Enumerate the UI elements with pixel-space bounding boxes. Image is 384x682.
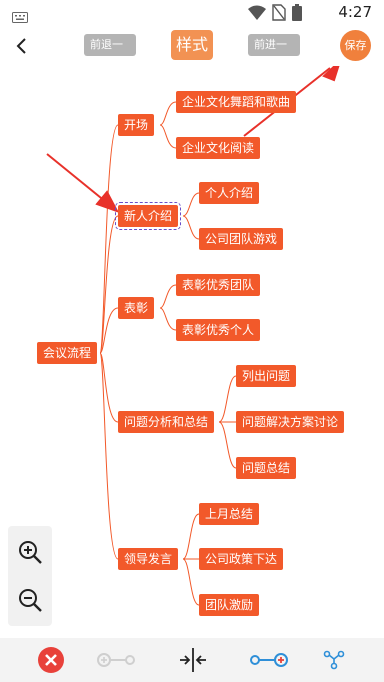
collapse-icon — [180, 648, 206, 672]
delete-icon — [38, 647, 64, 673]
annotation-arrowhead-2 — [322, 66, 340, 82]
annotation-arrow-1 — [46, 153, 107, 203]
branch-node-5[interactable]: 领导发言 — [118, 548, 179, 570]
redo-button[interactable]: 前进一步 — [248, 34, 300, 73]
connector-b4-c3 — [218, 421, 237, 469]
no-sim-icon — [272, 4, 286, 25]
leaf-node-4-2[interactable]: 问题解决方案讨论 — [236, 411, 345, 433]
leaf-node-1-1[interactable]: 企业文化舞蹈和歌曲 — [176, 91, 297, 113]
mindmap-canvas[interactable]: 会议流程 开场 企业文化舞蹈和歌曲 企业文化阅读 新人介绍 个人介绍 公司团队游… — [0, 66, 384, 638]
leaf-node-4-1[interactable]: 列出问题 — [236, 365, 297, 387]
undo-button[interactable]: 前退一步 — [84, 34, 136, 73]
branch-node-1[interactable]: 开场 — [118, 114, 155, 136]
branch-node-2[interactable]: 新人介绍 — [114, 202, 182, 230]
connector-b5-c1 — [182, 513, 200, 560]
zoom-in-icon — [19, 541, 42, 564]
zoom-panel — [8, 526, 52, 626]
branch-node-4[interactable]: 问题分析和总结 — [118, 411, 215, 433]
zoom-out-icon — [19, 589, 42, 612]
delete-button[interactable] — [37, 646, 65, 674]
leaf-node-5-3[interactable]: 团队激励 — [199, 594, 260, 616]
bottom-toolbar — [0, 638, 384, 682]
add-sibling-icon — [97, 653, 135, 667]
branch-node-3[interactable]: 表彰 — [118, 297, 155, 319]
connector-root-branch-5 — [99, 352, 119, 560]
add-sibling-button[interactable] — [96, 646, 138, 674]
connector-b5-c3 — [182, 558, 200, 606]
zoom-out-button[interactable] — [16, 586, 44, 614]
connector-b1-c1 — [159, 101, 177, 126]
top-toolbar: 前退一步 样式 前进一步 保存 — [0, 26, 384, 73]
connector-b3-c2 — [159, 307, 177, 331]
leaf-node-1-2[interactable]: 企业文化阅读 — [176, 137, 261, 159]
status-time: 4:27 — [338, 3, 372, 21]
leaf-node-4-3[interactable]: 问题总结 — [236, 457, 297, 479]
layout-icon — [323, 650, 345, 670]
leaf-node-5-1[interactable]: 上月总结 — [199, 503, 260, 525]
connector-root-branch-2 — [99, 215, 119, 354]
wifi-icon — [248, 5, 266, 25]
leaf-node-3-2[interactable]: 表彰优秀个人 — [176, 319, 261, 341]
leaf-node-2-1[interactable]: 个人介绍 — [199, 182, 260, 204]
back-button[interactable] — [8, 32, 34, 60]
collapse-button[interactable] — [178, 646, 208, 674]
root-node[interactable]: 会议流程 — [37, 342, 98, 364]
style-button[interactable]: 样式 — [171, 30, 213, 60]
add-child-icon — [250, 653, 288, 667]
leaf-node-2-2[interactable]: 公司团队游戏 — [199, 228, 284, 250]
layout-button[interactable] — [322, 646, 346, 674]
leaf-node-3-1[interactable]: 表彰优秀团队 — [176, 274, 261, 296]
battery-icon — [292, 4, 302, 25]
status-bar: 4:27 — [0, 0, 384, 26]
add-child-button[interactable] — [247, 646, 289, 674]
annotation-arrowhead-1 — [95, 190, 120, 213]
connector-b3-c1 — [159, 284, 177, 309]
connector-b2-c2 — [182, 215, 200, 240]
leaf-node-5-2[interactable]: 公司政策下达 — [199, 548, 284, 570]
connector-b4-c1 — [218, 375, 237, 423]
back-arrow-icon — [16, 38, 26, 54]
keyboard-icon — [12, 8, 28, 27]
connector-b1-c2 — [159, 124, 177, 149]
save-button[interactable]: 保存 — [340, 30, 371, 61]
connector-b2-c1 — [182, 192, 200, 217]
zoom-in-button[interactable] — [16, 538, 44, 566]
